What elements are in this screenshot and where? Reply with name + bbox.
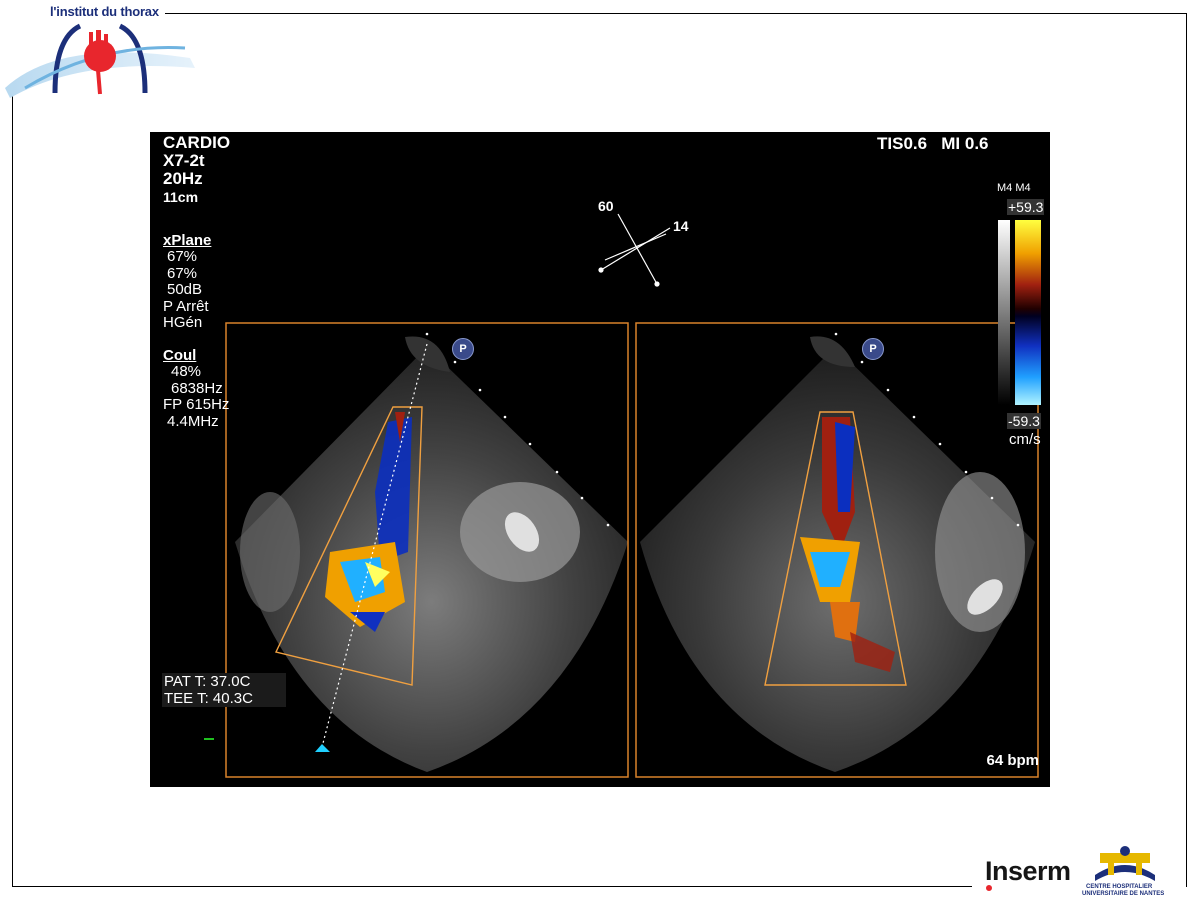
temperature-readout: PAT T: 37.0C TEE T: 40.3C <box>162 673 286 707</box>
plane-angle-1: 60 <box>598 198 614 214</box>
frame-top-line <box>160 13 1187 14</box>
frame-bottom-line <box>12 886 972 887</box>
xplane-line: P Arrêt <box>163 297 209 315</box>
color-line: 6838Hz <box>171 379 223 397</box>
color-settings: Coul 48% 6838Hz FP 615Hz 4.4MHz <box>163 347 230 430</box>
chu-nantes-logo <box>1095 846 1155 881</box>
xplane-line: 67% <box>167 248 198 266</box>
tis-value: TIS0.6 <box>877 134 928 153</box>
color-line: 4.4MHz <box>167 412 219 430</box>
system-info: CARDIO X7-2t 20Hz 11cm <box>163 134 230 206</box>
xplane-angle-icon <box>598 213 671 287</box>
tee-temp: TEE T: 40.3C <box>164 690 253 707</box>
institut-thorax-logo <box>5 23 195 98</box>
color-line: FP 615Hz <box>163 396 230 414</box>
scale-max: +59.3 <box>1007 199 1045 215</box>
frame-right-line <box>1186 13 1187 887</box>
color-title: Coul <box>163 347 197 364</box>
probe-label: X7-2t <box>163 151 205 170</box>
echo-image: CARDIO X7-2t 20Hz 11cm xPlane 67% 67% 50… <box>150 132 1050 787</box>
patient-temp: PAT T: 37.0C <box>164 673 251 690</box>
chu-text-line1: CENTRE HOSPITALIER <box>1086 884 1153 890</box>
brand-title: l'institut du thorax <box>44 4 165 19</box>
right-position-marker-icon: P <box>862 338 884 360</box>
inserm-logo-text: Inserm <box>985 856 1071 886</box>
velocity-color-bar <box>1015 220 1041 405</box>
scale-unit: cm/s <box>1009 431 1041 448</box>
grayscale-bar <box>998 220 1010 405</box>
xplane-line: 67% <box>167 264 198 282</box>
xplane-settings: xPlane 67% 67% 50dB P Arrêt HGén <box>163 232 212 332</box>
scale-min: -59.3 <box>1007 413 1041 429</box>
depth-label: 11cm <box>163 189 199 205</box>
color-line: 48% <box>171 363 202 381</box>
chu-text-line2: UNIVERSITAIRE DE NANTES <box>1082 891 1165 897</box>
xplane-title: xPlane <box>163 232 212 249</box>
xplane-line: 50dB <box>167 281 203 299</box>
mi-value: MI 0.6 <box>941 134 989 153</box>
frame-left-line <box>12 96 13 887</box>
xplane-line: HGén <box>163 314 203 332</box>
color-map-label: M4 M4 <box>997 182 1031 194</box>
frame-rate-label: 20Hz <box>163 169 203 188</box>
left-pane-tissue <box>235 336 628 772</box>
inserm-logo-dot <box>986 885 992 891</box>
plane-angle-2: 14 <box>673 218 689 234</box>
safety-indices: TIS0.6 MI 0.6 <box>877 134 989 154</box>
left-position-marker-icon: P <box>452 338 474 360</box>
mode-label: CARDIO <box>163 133 231 152</box>
heart-rate: 64 bpm <box>986 752 1039 769</box>
cursor-marker-icon <box>315 744 330 752</box>
